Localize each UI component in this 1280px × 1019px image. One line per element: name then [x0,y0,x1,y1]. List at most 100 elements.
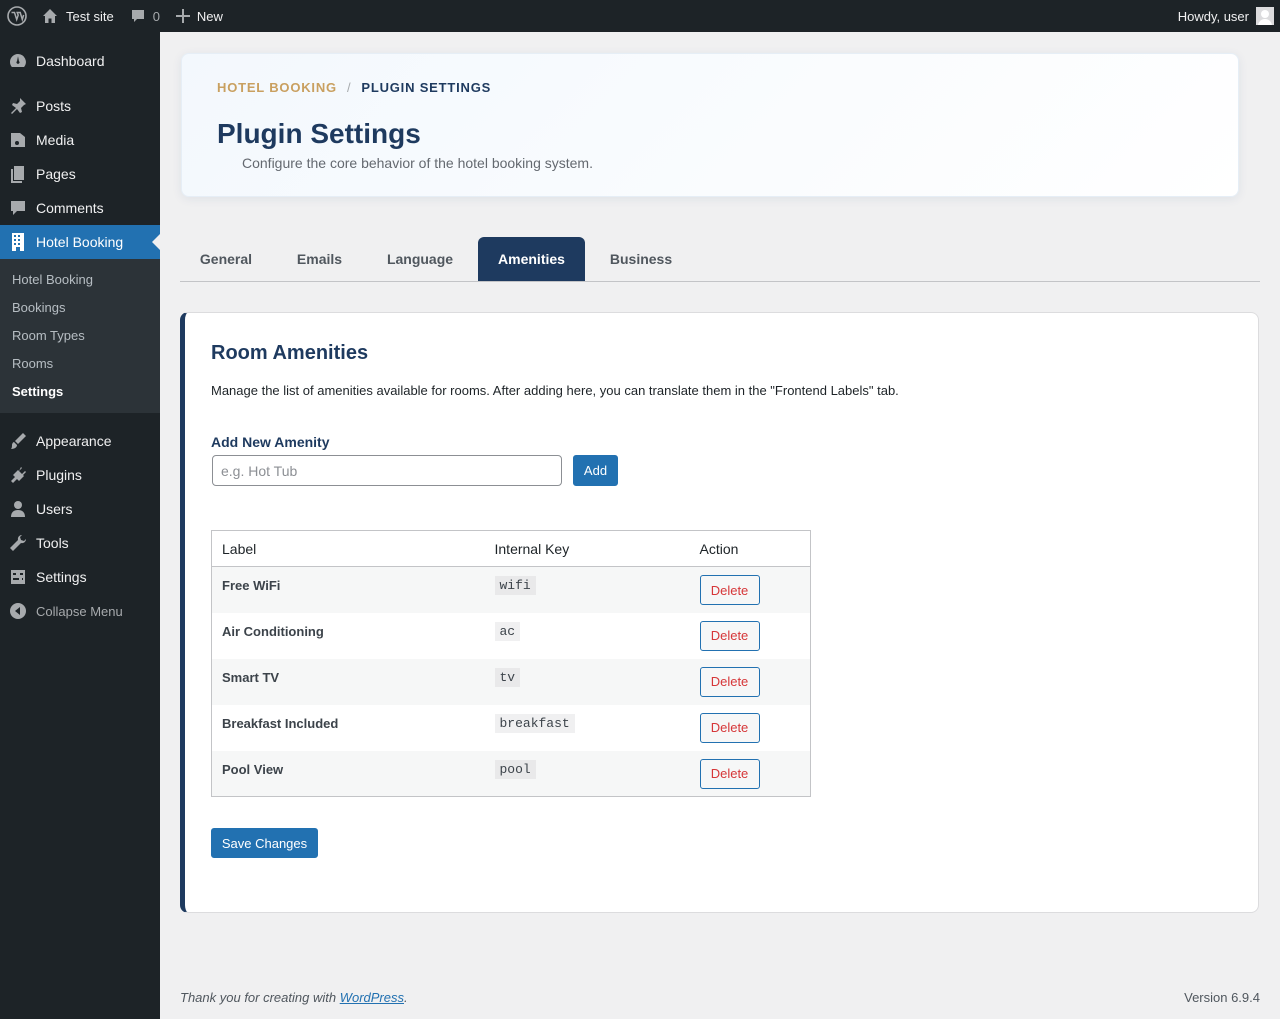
plug-icon [0,465,36,485]
collapse-menu-label: Collapse Menu [36,603,123,619]
sidebar-item-label: Tools [36,535,69,551]
media-icon [0,130,36,150]
new-label: New [196,8,223,24]
panel-title: Room Amenities [211,342,369,364]
comments-link[interactable]: 0 [122,0,168,32]
wrench-icon [0,533,36,553]
column-header-key: Internal Key [484,530,690,567]
delete-button[interactable]: Delete [699,666,760,697]
breadcrumb: HOTEL BOOKING / PLUGIN SETTINGS [217,80,491,95]
delete-button[interactable]: Delete [699,575,760,605]
sidebar-item-dashboard[interactable]: Dashboard [0,44,160,78]
breadcrumb-parent[interactable]: HOTEL BOOKING [217,80,337,95]
amenity-label: Breakfast Included [222,715,339,731]
sidebar-item-settings[interactable]: Settings [0,560,160,594]
sidebar-item-label: Users [36,501,73,517]
add-amenity-button[interactable]: Add [573,455,618,486]
new-content-link[interactable]: New [168,0,231,32]
tab-emails[interactable]: Emails [279,237,360,281]
footer-thanks-suffix: . [404,990,408,1005]
settings-tabs: General Emails Language Amenities Busine… [180,237,1260,282]
add-amenity-label: Add New Amenity [211,434,330,450]
comments-icon [0,198,36,218]
sidebar-item-pages[interactable]: Pages [0,157,160,191]
footer-thanks-prefix: Thank you for creating with [180,990,340,1005]
admin-bar: Test site 0 New Howdy, user [0,0,1280,32]
admin-sidebar: Dashboard Posts Media Pages Comments Hot… [0,32,160,1019]
amenities-panel: Room Amenities Manage the list of amenit… [180,312,1259,913]
sidebar-item-hotel-booking[interactable]: Hotel Booking [0,225,160,259]
delete-button[interactable]: Delete [699,758,760,789]
amenity-key: tv [494,667,521,687]
sidebar-item-users[interactable]: Users [0,492,160,526]
sidebar-item-label: Appearance [36,433,112,449]
home-icon [43,9,57,23]
tab-amenities[interactable]: Amenities [478,237,585,281]
column-header-label: Label [211,530,485,567]
footer-thanks: Thank you for creating with WordPress. [180,990,408,1005]
submenu-item-rooms[interactable]: Rooms [0,350,160,378]
collapse-menu-button[interactable]: Collapse Menu [0,594,160,628]
amenities-table: Label Internal Key Action Free WiFi wifi… [211,530,811,797]
table-row: Pool View pool Delete [211,750,811,797]
table-header-row: Label Internal Key Action [211,530,811,567]
main-content: HOTEL BOOKING / PLUGIN SETTINGS Plugin Set… [160,32,1280,1019]
collapse-icon [0,602,36,620]
sidebar-item-label: Comments [36,200,104,216]
dashboard-icon [0,51,36,71]
amenity-label: Smart TV [222,669,280,685]
sidebar-item-tools[interactable]: Tools [0,526,160,560]
column-header-action: Action [689,530,811,567]
panel-description: Manage the list of amenities available f… [211,383,899,398]
user-icon [0,499,36,519]
comment-bubble-icon [131,10,144,22]
pages-icon [0,164,36,184]
sidebar-item-label: Dashboard [36,53,105,69]
amenity-label: Free WiFi [222,578,281,593]
sidebar-item-label: Settings [36,569,87,585]
amenity-input[interactable] [212,455,562,486]
amenity-label: Air Conditioning [222,623,324,639]
settings-icon [0,567,36,587]
sidebar-item-label: Plugins [36,467,82,483]
sidebar-item-media[interactable]: Media [0,123,160,157]
delete-button[interactable]: Delete [699,712,760,743]
plus-icon [175,9,190,23]
footer-version: Version 6.9.4 [1184,990,1260,1005]
site-name-link[interactable]: Test site [34,0,122,32]
delete-button[interactable]: Delete [699,620,760,651]
sidebar-item-posts[interactable]: Posts [0,89,160,123]
sidebar-item-appearance[interactable]: Appearance [0,424,160,458]
tab-general[interactable]: General [180,237,272,281]
greeting-text: Howdy, user [1177,8,1249,24]
table-row: Free WiFi wifi Delete [211,566,811,613]
amenity-key: breakfast [494,713,575,733]
hotel-booking-submenu: Hotel Booking Bookings Room Types Rooms … [0,259,160,413]
building-icon [0,232,36,252]
page-title: Plugin Settings [217,118,421,149]
sidebar-item-comments[interactable]: Comments [0,191,160,225]
table-row: Air Conditioning ac Delete [211,612,811,659]
page-header-card: HOTEL BOOKING / PLUGIN SETTINGS Plugin Set… [181,53,1239,197]
sidebar-item-label: Pages [36,166,76,182]
submenu-item-room-types[interactable]: Room Types [0,322,160,350]
wordpress-logo-icon[interactable] [0,0,34,32]
amenity-key: pool [494,759,536,779]
submenu-item-hotel-booking[interactable]: Hotel Booking [0,266,160,294]
table-row: Breakfast Included breakfast Delete [211,704,811,751]
comments-count: 0 [152,8,160,24]
my-account-link[interactable]: Howdy, user [1170,0,1280,32]
avatar [1256,7,1274,25]
save-changes-button[interactable]: Save Changes [211,828,318,858]
tab-language[interactable]: Language [368,237,472,281]
tab-business[interactable]: Business [594,237,688,281]
amenity-key: ac [494,621,521,641]
wordpress-link[interactable]: WordPress [340,990,404,1005]
amenity-label: Pool View [222,761,284,777]
sidebar-item-label: Hotel Booking [36,234,124,250]
submenu-item-settings[interactable]: Settings [0,378,160,406]
sidebar-item-label: Posts [36,98,72,114]
sidebar-item-plugins[interactable]: Plugins [0,458,160,492]
pin-icon [0,96,36,116]
submenu-item-bookings[interactable]: Bookings [0,294,160,322]
